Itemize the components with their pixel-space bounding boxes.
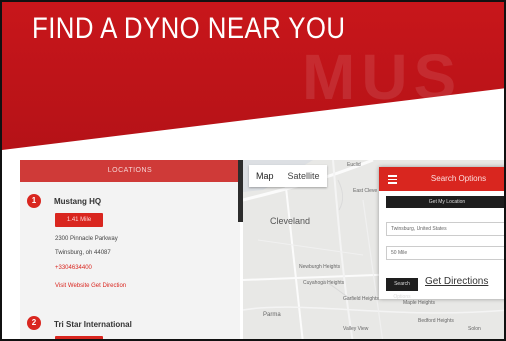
map-label: Garfield Heights bbox=[343, 296, 379, 302]
distance-button[interactable]: 1.41 Mile bbox=[55, 213, 103, 227]
dealer-name[interactable]: Tri Star International bbox=[54, 320, 132, 329]
map-label: Parma bbox=[263, 312, 281, 318]
map-label: Valley View bbox=[343, 326, 369, 332]
map-label: Newburgh Heights bbox=[299, 264, 341, 270]
radius-select[interactable]: 50 Mile bbox=[386, 246, 504, 260]
dealer-phone-link[interactable]: +3304634400 bbox=[55, 265, 92, 271]
search-button[interactable]: Search Options bbox=[386, 278, 418, 300]
map-pin-icon: 2 bbox=[27, 316, 41, 330]
map-type-toggle: Map Satellite bbox=[249, 165, 327, 187]
hamburger-menu-icon[interactable] bbox=[388, 175, 397, 184]
map-type-satellite[interactable]: Satellite bbox=[281, 165, 327, 187]
dealer-list-panel: LOCATIONS 1 Mustang HQ 1.41 Mile 2300 Pi… bbox=[20, 160, 240, 339]
map-type-map[interactable]: Map bbox=[249, 165, 281, 187]
location-input[interactable]: Twinsburg, United States bbox=[386, 222, 504, 236]
page-frame: MUS FIND A DYNO NEAR YOU LOCATIONS 1 Mus… bbox=[0, 0, 506, 341]
map-label: Euclid bbox=[347, 162, 361, 168]
hero-banner: MUS FIND A DYNO NEAR YOU bbox=[2, 2, 504, 150]
search-options-header: Search Options bbox=[379, 167, 504, 191]
dealer-address-line1: 2300 Pinnacle Parkway bbox=[55, 236, 118, 242]
search-options-title: Search Options bbox=[430, 174, 487, 183]
hero-watermark: MUS bbox=[302, 41, 463, 113]
dealer-links[interactable]: Visit Website Get Direction bbox=[55, 283, 126, 289]
page-title: FIND A DYNO NEAR YOU bbox=[32, 12, 346, 45]
distance-button[interactable] bbox=[55, 336, 103, 339]
search-options-panel: Search Options Get My Location Twinsburg… bbox=[379, 167, 504, 300]
dealer-name[interactable]: Mustang HQ bbox=[54, 197, 101, 206]
map-label: Solon bbox=[468, 326, 481, 332]
get-my-location-button[interactable]: Get My Location bbox=[386, 196, 504, 208]
map-city-label: Cleveland bbox=[270, 216, 311, 226]
dealer-address-line2: Twinsburg, oh 44087 bbox=[55, 250, 111, 256]
map-label: Cuyahoga Heights bbox=[303, 280, 345, 286]
get-directions-link[interactable]: Get Directions bbox=[425, 276, 488, 287]
map-label: East Cleve bbox=[353, 188, 378, 194]
map-pin-icon: 1 bbox=[27, 194, 41, 208]
dealer-list-header: LOCATIONS bbox=[20, 160, 240, 182]
map-label: Bedford Heights bbox=[418, 318, 454, 324]
